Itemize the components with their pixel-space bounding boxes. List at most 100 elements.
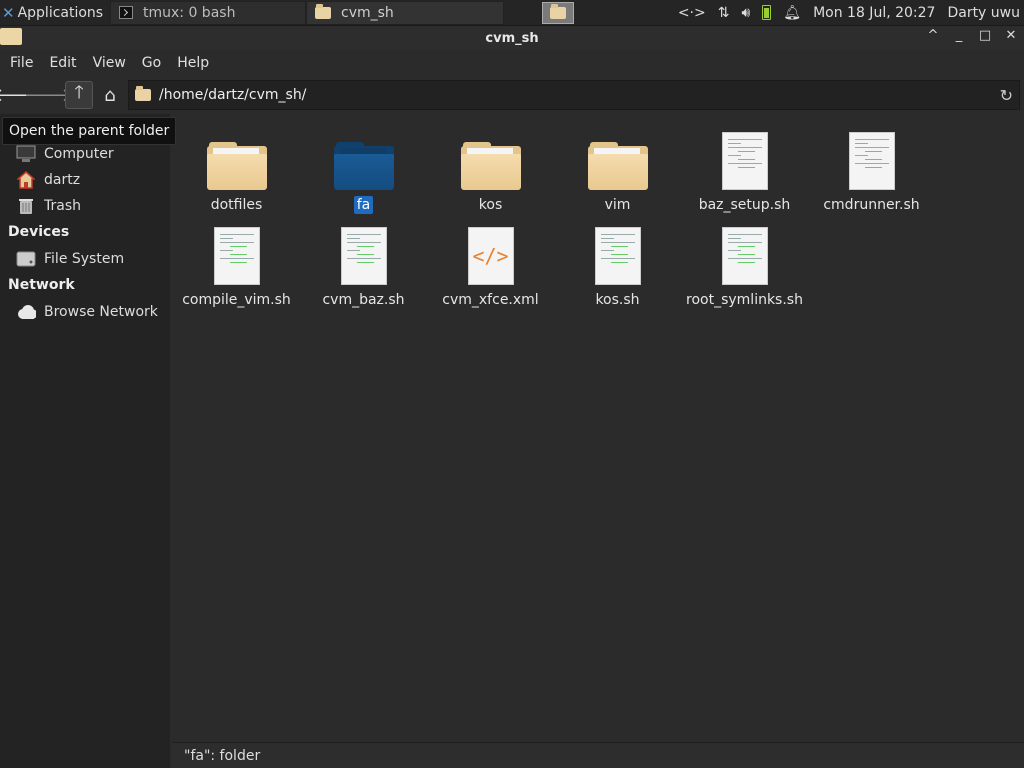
file-item-baz-setup[interactable]: baz_setup.sh bbox=[682, 124, 807, 214]
workspace-2[interactable] bbox=[574, 2, 634, 24]
sidebar-item-label: File System bbox=[44, 251, 125, 267]
file-item-fa[interactable]: fa bbox=[301, 124, 426, 214]
folder-icon bbox=[550, 3, 566, 19]
sidebar: Computer dartz Trash Devices File System… bbox=[0, 114, 170, 768]
status-text: "fa": folder bbox=[184, 747, 261, 764]
file-name: cvm_baz.sh bbox=[322, 292, 405, 308]
window-controls: ^ _ □ ✕ bbox=[926, 28, 1018, 43]
home-icon: ⌂ bbox=[104, 84, 116, 106]
folder-icon bbox=[460, 142, 521, 190]
minimize-button[interactable]: _ bbox=[952, 28, 966, 43]
sidebar-item-label: Browse Network bbox=[44, 304, 158, 320]
menu-view[interactable]: View bbox=[85, 55, 134, 71]
network-updown-icon[interactable]: ⇅ bbox=[718, 5, 730, 21]
sidebar-item-label: Trash bbox=[44, 198, 81, 214]
script-file-icon bbox=[213, 227, 260, 285]
applications-menu-button[interactable]: ✕ Applications bbox=[0, 0, 110, 26]
user-menu[interactable]: Darty uwu bbox=[947, 5, 1020, 21]
cloud-icon bbox=[16, 302, 36, 322]
folder-icon bbox=[587, 142, 648, 190]
applications-label: Applications bbox=[17, 4, 104, 21]
sidebar-item-computer[interactable]: Computer bbox=[16, 142, 114, 166]
file-item-cmdrunner[interactable]: cmdrunner.sh bbox=[809, 124, 934, 214]
file-item-root-symlinks[interactable]: root_symlinks.sh bbox=[682, 219, 807, 309]
maximize-button[interactable]: □ bbox=[978, 28, 992, 43]
file-item-kos[interactable]: kos bbox=[428, 124, 553, 214]
sidebar-heading-devices: Devices bbox=[8, 224, 70, 240]
location-bar[interactable]: /home/dartz/cvm_sh/ ↻ bbox=[128, 80, 1020, 110]
menu-bar: File Edit View Go Help bbox=[0, 50, 1024, 76]
xml-file-icon: </> bbox=[467, 227, 514, 285]
trash-icon bbox=[16, 196, 36, 216]
file-name: vim bbox=[604, 197, 631, 213]
home-button[interactable]: ⌂ bbox=[96, 81, 124, 109]
file-item-kos-sh[interactable]: kos.sh bbox=[555, 219, 680, 309]
file-item-cvm-xfce[interactable]: </> cvm_xfce.xml bbox=[428, 219, 553, 309]
status-bar: "fa": folder bbox=[172, 742, 1024, 768]
menu-edit[interactable]: Edit bbox=[41, 55, 84, 71]
drive-icon bbox=[16, 249, 36, 269]
top-panel: ✕ Applications tmux: 0 bash cvm_sh <·> ⇅… bbox=[0, 0, 1024, 26]
script-file-icon bbox=[721, 227, 768, 285]
file-item-cvm-baz[interactable]: cvm_baz.sh bbox=[301, 219, 426, 309]
battery-icon[interactable] bbox=[762, 5, 772, 20]
file-name: fa bbox=[353, 196, 374, 214]
location-path[interactable]: /home/dartz/cvm_sh/ bbox=[159, 87, 306, 103]
home-icon bbox=[16, 170, 36, 190]
xfce-logo-icon: ✕ bbox=[2, 3, 15, 22]
menu-help[interactable]: Help bbox=[169, 55, 217, 71]
script-file-icon bbox=[721, 132, 768, 190]
script-file-icon bbox=[594, 227, 641, 285]
taskbar-item-tmux[interactable]: tmux: 0 bash bbox=[110, 0, 306, 25]
file-name: root_symlinks.sh bbox=[686, 292, 803, 308]
reload-icon[interactable]: ↻ bbox=[1000, 86, 1013, 105]
computer-icon bbox=[16, 144, 36, 164]
taskbar-item-label: cvm_sh bbox=[341, 4, 394, 21]
taskbar-item-cvm-sh[interactable]: cvm_sh bbox=[306, 0, 504, 25]
window-titlebar[interactable]: cvm_sh ^ _ □ ✕ bbox=[0, 26, 1024, 50]
menu-go[interactable]: Go bbox=[134, 55, 169, 71]
script-file-icon bbox=[848, 132, 895, 190]
file-name: dotfiles bbox=[210, 197, 263, 213]
file-view[interactable]: dotfiles fa kos vim baz_setup.sh cmdrunn… bbox=[172, 114, 1024, 742]
window-title: cvm_sh bbox=[485, 30, 539, 46]
file-name: kos.sh bbox=[595, 292, 640, 308]
shade-button[interactable]: ^ bbox=[926, 28, 940, 43]
terminal-icon bbox=[119, 6, 133, 19]
workspace-switcher[interactable] bbox=[542, 1, 574, 24]
sidebar-item-file-system[interactable]: File System bbox=[16, 247, 124, 271]
sidebar-item-label: dartz bbox=[44, 172, 81, 188]
tooltip: Open the parent folder bbox=[2, 117, 177, 145]
arrow-up-icon: 🡑 bbox=[74, 82, 84, 103]
forward-button[interactable]: 🡒 bbox=[24, 81, 72, 109]
folder-icon bbox=[206, 142, 267, 190]
menu-file[interactable]: File bbox=[2, 55, 41, 71]
file-name: cmdrunner.sh bbox=[823, 197, 920, 213]
system-tray: <·> ⇅ 🔊︎ 🔔︎ Mon 18 Jul, 20:27 Darty uwu bbox=[678, 5, 1024, 21]
volume-icon[interactable]: 🔊︎ bbox=[741, 5, 750, 21]
sidebar-item-browse-network[interactable]: Browse Network bbox=[16, 300, 158, 324]
folder-icon bbox=[135, 86, 151, 101]
file-name: baz_setup.sh bbox=[698, 197, 791, 213]
close-button[interactable]: ✕ bbox=[1004, 28, 1018, 43]
network-arrows-icon[interactable]: <·> bbox=[678, 5, 706, 21]
sidebar-item-home[interactable]: dartz bbox=[16, 168, 80, 192]
sidebar-item-label: Computer bbox=[44, 146, 114, 162]
clock[interactable]: Mon 18 Jul, 20:27 bbox=[813, 5, 935, 21]
file-name: kos bbox=[478, 197, 503, 213]
file-item-compile-vim[interactable]: compile_vim.sh bbox=[174, 219, 299, 309]
file-item-vim[interactable]: vim bbox=[555, 124, 680, 214]
sidebar-heading-network: Network bbox=[8, 277, 75, 293]
file-name: cvm_xfce.xml bbox=[442, 292, 539, 308]
file-name: compile_vim.sh bbox=[182, 292, 291, 308]
folder-icon bbox=[315, 3, 331, 19]
taskbar-item-label: tmux: 0 bash bbox=[143, 4, 236, 21]
notification-bell-icon[interactable]: 🔔︎ bbox=[783, 5, 801, 21]
parent-folder-button[interactable]: 🡑 bbox=[65, 81, 93, 109]
window-folder-icon[interactable] bbox=[0, 28, 22, 45]
script-file-icon bbox=[340, 227, 387, 285]
folder-icon bbox=[333, 142, 394, 190]
toolbar: 🡐 🡒 🡑 ⌂ /home/dartz/cvm_sh/ ↻ bbox=[0, 78, 1024, 112]
file-item-dotfiles[interactable]: dotfiles bbox=[174, 124, 299, 214]
sidebar-item-trash[interactable]: Trash bbox=[16, 194, 81, 218]
